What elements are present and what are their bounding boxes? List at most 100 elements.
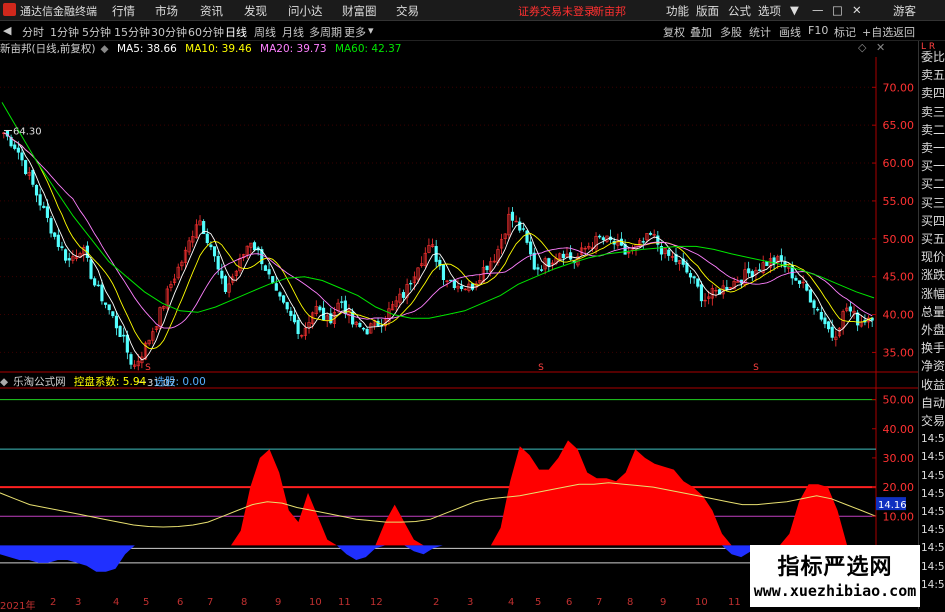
- tool-f10[interactable]: F10: [808, 24, 828, 37]
- x-tick-label: 8: [627, 597, 634, 608]
- candle-body: [129, 354, 133, 365]
- window-min-icon[interactable]: —: [812, 3, 824, 17]
- candle-body: [13, 144, 17, 149]
- period-1min[interactable]: 1分钟: [50, 24, 79, 40]
- x-tick-label: 6: [177, 597, 184, 608]
- period-15min[interactable]: 15分钟: [114, 24, 150, 40]
- y-tick-label: 65.00: [883, 119, 915, 132]
- window-restore-icon[interactable]: □: [832, 3, 843, 17]
- menu-zixun[interactable]: 资讯: [200, 3, 223, 19]
- menu-hangqing[interactable]: 行情: [112, 3, 135, 19]
- indicator-option-icon[interactable]: ◆: [0, 376, 8, 388]
- tool-tongji[interactable]: 统计: [749, 24, 771, 40]
- candle-body: [816, 308, 820, 311]
- menu-xuanxiang[interactable]: 选项: [758, 3, 781, 19]
- candle-body: [282, 295, 286, 303]
- candle-body: [67, 258, 71, 261]
- period-more[interactable]: 更多: [344, 24, 366, 40]
- period-week[interactable]: 周线: [254, 24, 276, 40]
- x-tick-label: 5: [143, 597, 150, 608]
- period-60min[interactable]: 60分钟: [188, 24, 224, 40]
- x-tick-label: 4: [508, 597, 515, 608]
- candle-body: [45, 206, 49, 218]
- candle-body: [794, 277, 798, 281]
- menu-wenxiaoda[interactable]: 问小达: [288, 3, 323, 19]
- period-fenshi[interactable]: 分时: [22, 24, 44, 40]
- login-warning[interactable]: 证券交易未登录: [518, 3, 595, 19]
- x-tick-label: 3: [467, 597, 474, 608]
- panel-item: 买二: [921, 177, 945, 192]
- chart-area[interactable]: 64.3031.07S S S 70.0065.0060.0055.0050.004…: [0, 40, 918, 597]
- panel-item: 买三: [921, 195, 945, 210]
- quote-side-panel: L R 委比 卖五 卖四 卖三 卖二 卖一 买一 买二 买三 买四 买五 现价 涨跌 涨幅 总量 外盘 换手 净资…: [918, 41, 945, 609]
- more-arrow-icon[interactable]: ▾: [368, 24, 374, 37]
- candle-body: [641, 241, 645, 243]
- x-tick-label: 2021年: [0, 601, 36, 612]
- tool-duogu[interactable]: 多股: [720, 24, 742, 40]
- candle-body: [100, 284, 104, 302]
- tool-zixuan[interactable]: +自选: [862, 24, 893, 40]
- close-icon[interactable]: ✕: [852, 3, 862, 17]
- candle-body: [598, 235, 602, 238]
- y-tick-label: 45.00: [883, 271, 915, 284]
- tool-huaxian[interactable]: 画线: [779, 24, 801, 40]
- period-day[interactable]: 日线: [225, 24, 247, 40]
- menu-jiaoyi[interactable]: 交易: [396, 3, 419, 19]
- panel-item: 净资: [921, 359, 945, 374]
- signal-marker: S: [145, 363, 151, 373]
- arrow-left-icon[interactable]: ◀: [3, 24, 11, 37]
- tool-fuquan[interactable]: 复权: [663, 24, 685, 40]
- period-month[interactable]: 月线: [282, 24, 304, 40]
- x-tick-label: 11: [338, 597, 351, 608]
- minimize-icon[interactable]: ▼: [790, 3, 799, 17]
- candle-body: [289, 310, 293, 316]
- panel-item: 买四: [921, 213, 945, 228]
- kongpan-red-area: [0, 440, 876, 546]
- candle-body: [805, 283, 809, 291]
- menu-gongneng[interactable]: 功能: [666, 3, 689, 19]
- candle-body: [521, 228, 525, 230]
- candle-body: [569, 252, 573, 260]
- candle-body: [209, 244, 213, 248]
- candle-body: [601, 237, 605, 241]
- tool-diejia[interactable]: 叠加: [690, 24, 712, 40]
- candle-body: [460, 285, 464, 290]
- panel-item: 买一: [921, 159, 945, 174]
- watermark: 指标严选网 www.xuezhibiao.com: [750, 545, 920, 607]
- candle-body: [20, 152, 24, 161]
- panel-item: 14:56: [921, 578, 945, 591]
- period-5min[interactable]: 5分钟: [82, 24, 111, 40]
- ind-y-tick-label: 40.00: [883, 423, 915, 436]
- x-tick-label: 10: [309, 597, 322, 608]
- kongpan-blue-area: [0, 545, 876, 572]
- kongpan-label: 控盘系数: 5.94: [73, 376, 147, 388]
- user-label[interactable]: 游客: [893, 3, 916, 19]
- candle-body: [60, 246, 64, 249]
- candle-body: [271, 276, 275, 283]
- period-multi[interactable]: 多周期: [309, 24, 342, 40]
- panel-item: 涨跌: [921, 268, 945, 283]
- panel-item: 涨幅: [921, 286, 945, 301]
- panel-item: 卖二: [921, 122, 945, 137]
- menu-faxian[interactable]: 发现: [244, 3, 267, 19]
- menu-banmian[interactable]: 版面: [696, 3, 719, 19]
- candle-body: [34, 184, 39, 196]
- candle-body: [53, 232, 57, 237]
- candle-body: [263, 265, 267, 271]
- ind-y-tick-label: 50.00: [883, 394, 915, 407]
- x-tick-label: 11: [728, 597, 741, 608]
- ind-y-tick-label: 30.00: [883, 452, 915, 465]
- menu-caifuquan[interactable]: 财富圈: [342, 3, 377, 19]
- tool-biaoji[interactable]: 标记: [834, 24, 856, 40]
- menu-gongshi[interactable]: 公式: [728, 3, 751, 19]
- candle-body: [779, 255, 783, 261]
- menu-shichang[interactable]: 市场: [155, 3, 178, 19]
- x-tick-label: 9: [275, 597, 282, 608]
- candle-body: [49, 218, 53, 234]
- candle-body: [89, 259, 93, 279]
- candle-body: [93, 278, 97, 286]
- x-tick-label: 7: [207, 597, 214, 608]
- period-30min[interactable]: 30分钟: [151, 24, 187, 40]
- tool-fanhui[interactable]: 返回: [893, 24, 915, 40]
- candle-body: [539, 269, 544, 271]
